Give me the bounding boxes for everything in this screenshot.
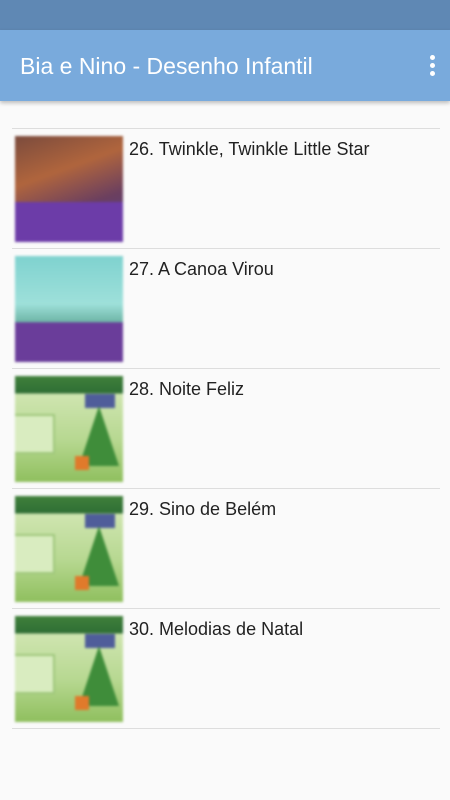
list-item[interactable]: 28. Noite Feliz [12, 369, 440, 489]
list-item-title: 30. Melodias de Natal [129, 619, 304, 639]
list-item[interactable]: 29. Sino de Belém [12, 489, 440, 609]
list-item-title: 28. Noite Feliz [129, 379, 245, 399]
list-item[interactable]: 27. A Canoa Virou [12, 249, 440, 369]
video-thumbnail[interactable] [15, 616, 123, 722]
app-title: Bia e Nino - Desenho Infantil [20, 53, 313, 79]
list-item-title: 29. Sino de Belém [129, 499, 277, 519]
video-thumbnail[interactable] [15, 376, 123, 482]
video-thumbnail[interactable] [15, 136, 123, 242]
list-item-title: 27. A Canoa Virou [129, 259, 274, 279]
list-item[interactable]: 30. Melodias de Natal [12, 609, 440, 729]
video-list: 26. Twinkle, Twinkle Little Star 27. A C… [12, 128, 440, 729]
video-thumbnail[interactable] [15, 256, 123, 362]
status-bar [0, 0, 450, 30]
video-thumbnail[interactable] [15, 496, 123, 602]
list-item[interactable]: 26. Twinkle, Twinkle Little Star [12, 129, 440, 249]
more-vertical-icon[interactable] [420, 50, 444, 80]
list-item-title: 26. Twinkle, Twinkle Little Star [129, 139, 370, 159]
app-bar: Bia e Nino - Desenho Infantil [0, 30, 450, 101]
